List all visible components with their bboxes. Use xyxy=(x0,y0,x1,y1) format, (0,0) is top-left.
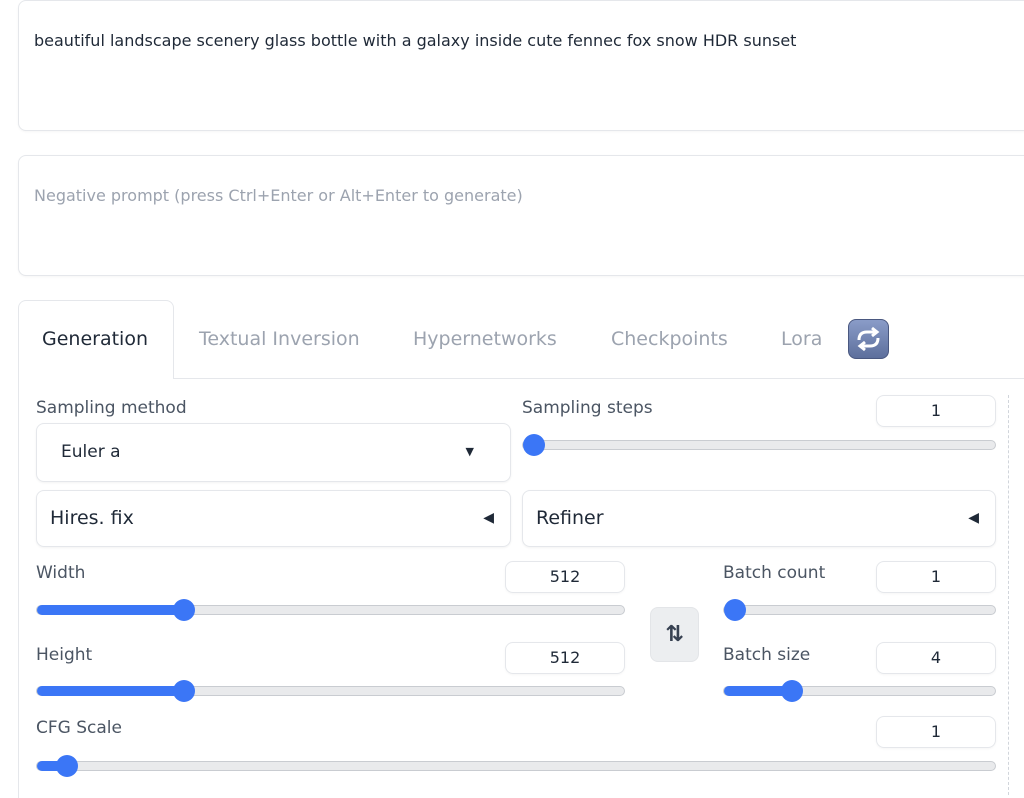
sampling-method-value: Euler a xyxy=(61,442,121,462)
refresh-icon[interactable] xyxy=(848,319,889,359)
batch-count-input[interactable]: 1 xyxy=(876,561,996,593)
width-slider[interactable] xyxy=(36,599,625,621)
cfg-scale-input[interactable]: 1 xyxy=(876,716,996,748)
negative-prompt-placeholder: Negative prompt (press Ctrl+Enter or Alt… xyxy=(34,186,523,205)
cfg-scale-label: CFG Scale xyxy=(36,718,122,738)
chevron-down-icon: ▼ xyxy=(465,445,474,458)
tab-checkpoints[interactable]: Checkpoints xyxy=(611,328,728,350)
sampling-steps-label: Sampling steps xyxy=(522,398,653,418)
sampling-method-label: Sampling method xyxy=(36,398,187,418)
height-slider[interactable] xyxy=(36,680,625,702)
cfg-scale-slider[interactable] xyxy=(36,755,996,777)
slider-thumb[interactable] xyxy=(724,599,746,621)
refiner-accordion[interactable]: Refiner ◀ xyxy=(522,490,996,547)
caret-left-icon: ◀ xyxy=(483,510,494,526)
batch-count-slider[interactable] xyxy=(723,599,996,621)
swap-arrows-icon[interactable]: ⇅ xyxy=(650,607,699,662)
sampling-steps-slider[interactable] xyxy=(522,434,996,456)
slider-thumb[interactable] xyxy=(55,755,78,777)
slider-thumb[interactable] xyxy=(523,434,545,456)
width-label: Width xyxy=(36,563,86,583)
height-input[interactable]: 512 xyxy=(505,642,625,674)
batch-size-label: Batch size xyxy=(723,645,811,665)
width-input[interactable]: 512 xyxy=(505,561,625,593)
slider-thumb[interactable] xyxy=(172,599,195,621)
tab-hypernetworks[interactable]: Hypernetworks xyxy=(413,328,557,350)
hires-fix-label: Hires. fix xyxy=(50,507,134,529)
batch-size-slider[interactable] xyxy=(723,680,996,702)
prompt-textarea[interactable]: beautiful landscape scenery glass bottle… xyxy=(18,0,1024,131)
column-divider xyxy=(1008,395,1009,795)
slider-fill xyxy=(37,686,184,696)
prompt-text: beautiful landscape scenery glass bottle… xyxy=(34,31,797,50)
slider-thumb[interactable] xyxy=(172,680,195,702)
height-label: Height xyxy=(36,645,93,665)
sampling-steps-input[interactable]: 1 xyxy=(876,395,996,427)
batch-size-input[interactable]: 4 xyxy=(876,642,996,674)
tab-generation[interactable]: Generation xyxy=(42,328,148,350)
tab-lora[interactable]: Lora xyxy=(781,328,822,350)
sampling-method-dropdown[interactable]: Euler a ▼ xyxy=(36,423,511,482)
slider-fill xyxy=(37,605,184,615)
tab-textual-inversion[interactable]: Textual Inversion xyxy=(199,328,360,350)
caret-left-icon: ◀ xyxy=(968,510,979,526)
refiner-label: Refiner xyxy=(536,507,604,529)
batch-count-label: Batch count xyxy=(723,563,826,583)
negative-prompt-textarea[interactable]: Negative prompt (press Ctrl+Enter or Alt… xyxy=(18,155,1024,276)
hires-fix-accordion[interactable]: Hires. fix ◀ xyxy=(36,490,511,547)
